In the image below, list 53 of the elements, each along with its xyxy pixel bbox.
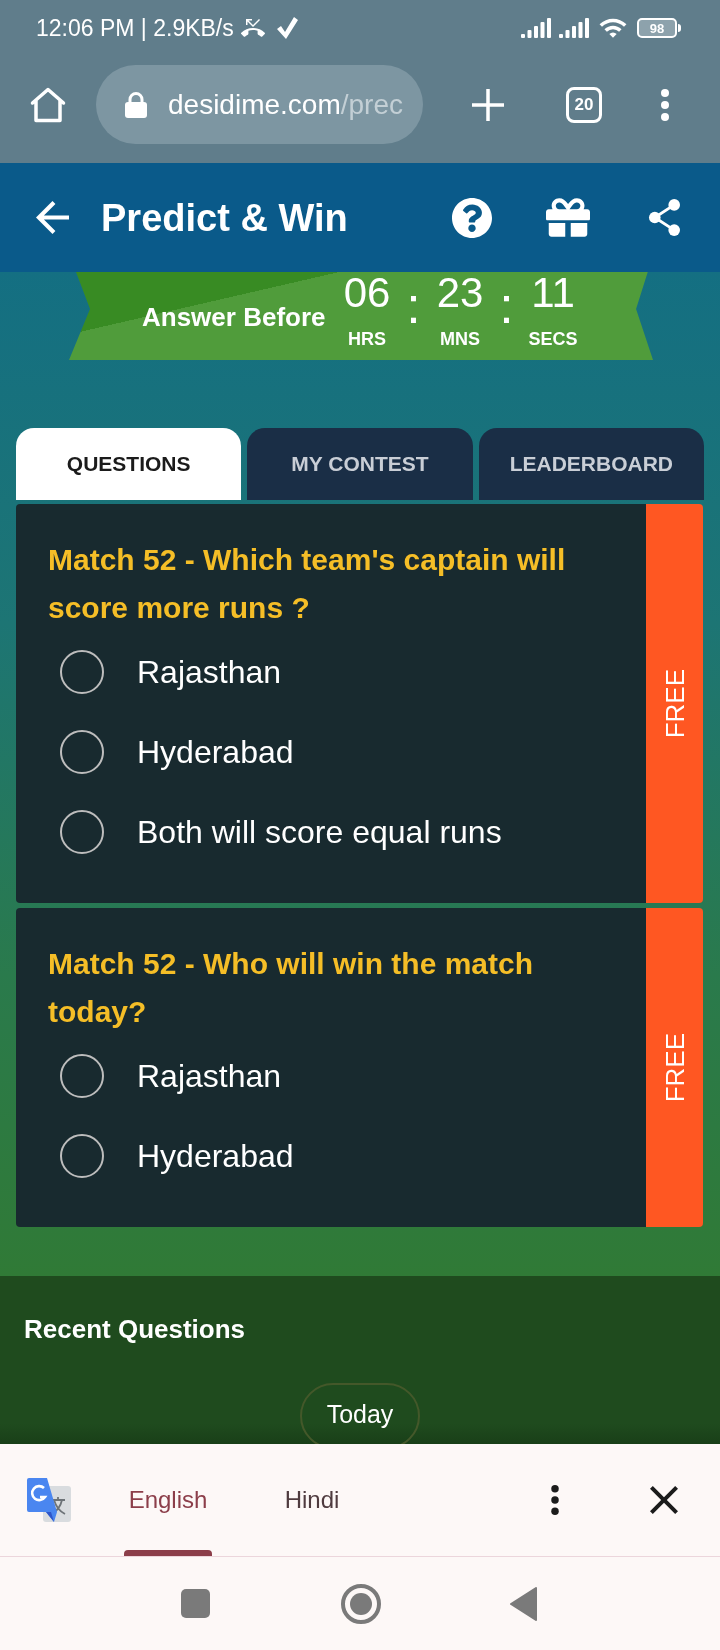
section-title: Recent Questions <box>24 1314 246 1344</box>
help-icon[interactable] <box>452 197 492 238</box>
free-tag: FREE <box>646 908 703 1227</box>
close-icon[interactable] <box>650 1486 678 1514</box>
url-domain-text: desidime.com <box>168 88 341 120</box>
ring-icon[interactable] <box>341 1583 381 1624</box>
timer-digits: 23 <box>436 272 484 314</box>
home-icon[interactable] <box>30 86 66 123</box>
timer-unit: MNS <box>440 330 480 348</box>
tab[interactable]: MY CONTEST <box>247 428 473 500</box>
radio-button[interactable] <box>60 810 104 854</box>
status-text: 12:06 PM | 2.9KB/s <box>36 16 234 40</box>
check-icon <box>275 17 298 39</box>
option-label: Rajasthan <box>137 656 282 688</box>
question-text: Match 52 - Which team's captain will score more runs ? <box>48 542 567 626</box>
wifi-icon <box>599 17 627 39</box>
radio-button[interactable] <box>60 650 104 694</box>
timer-digits: 11 <box>531 272 575 314</box>
share-icon[interactable] <box>648 199 681 236</box>
page-title: Predict & Win <box>101 198 348 237</box>
signal-icon <box>521 18 551 38</box>
battery-percent: 98 <box>649 21 665 35</box>
option-label: Rajasthan <box>137 1060 282 1092</box>
url-path-text: /prec <box>340 88 403 120</box>
countdown-label: Answer Before <box>142 302 326 330</box>
gift-icon[interactable] <box>546 198 590 237</box>
plus-icon[interactable] <box>472 88 504 121</box>
back-triangle-icon[interactable] <box>510 1586 538 1621</box>
signal-icon <box>559 18 589 38</box>
back-arrow-icon[interactable] <box>36 201 69 234</box>
timer-unit: HRS <box>348 330 386 348</box>
tab[interactable]: QUESTIONS <box>16 428 242 500</box>
language-tab[interactable]: English <box>124 1444 212 1556</box>
radio-button[interactable] <box>60 1054 104 1098</box>
timer-separator: : <box>406 279 421 331</box>
translate-icon <box>27 1478 71 1522</box>
option-label: Hyderabad <box>137 736 294 768</box>
missed-call-icon <box>240 19 265 37</box>
timer-unit: SECS <box>528 330 578 348</box>
tab[interactable]: LEADERBOARD <box>478 428 704 500</box>
more-options-icon[interactable] <box>551 1485 559 1515</box>
radio-button[interactable] <box>60 730 104 774</box>
free-tag: FREE <box>646 504 703 903</box>
lock-icon <box>125 91 147 118</box>
square-icon[interactable] <box>181 1589 210 1618</box>
timer-separator: : <box>499 279 514 331</box>
timer-digits: 06 <box>343 272 391 314</box>
tab-count-button[interactable]: 20 <box>566 86 602 123</box>
radio-button[interactable] <box>60 1134 104 1178</box>
option-label: Both will score equal runs <box>137 816 502 848</box>
language-tab[interactable]: Hindi <box>268 1444 356 1556</box>
question-text: Match 52 - Who will win the match today? <box>48 946 535 1030</box>
option-label: Hyderabad <box>137 1140 294 1172</box>
